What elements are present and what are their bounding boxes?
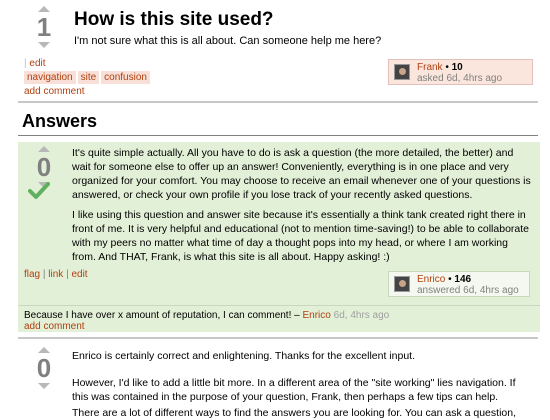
asked-time: asked 6d, 4hrs ago bbox=[417, 73, 503, 84]
owner-reputation: 10 bbox=[451, 62, 463, 73]
edit-link[interactable]: edit bbox=[29, 58, 45, 69]
owner-info: Enrico • 146 bbox=[417, 274, 471, 285]
answer-owner-card: Enrico • 146 answered 6d, 4hrs ago bbox=[388, 271, 530, 297]
comment: Because I have over x amount of reputati… bbox=[24, 310, 389, 321]
answer-paragraph: I like using this question and answer si… bbox=[72, 209, 530, 263]
question-title: How is this site used? bbox=[74, 9, 274, 30]
comment-user[interactable]: Enrico bbox=[303, 310, 331, 321]
owner-name[interactable]: Frank bbox=[417, 62, 443, 73]
answers-heading: Answers bbox=[22, 111, 98, 131]
question-tags: navigation site confusion bbox=[24, 71, 152, 84]
tag-site[interactable]: site bbox=[77, 71, 100, 84]
divider bbox=[18, 337, 538, 339]
answer-paragraph: However, I'd like to add a little bit mo… bbox=[72, 377, 516, 403]
edit-link[interactable]: edit bbox=[71, 269, 87, 280]
answer-paragraph: Enrico is certainly correct and enlighte… bbox=[72, 350, 415, 362]
tag-confusion[interactable]: confusion bbox=[101, 71, 150, 84]
answer-vote-count: 0 bbox=[36, 152, 52, 182]
owner-name[interactable]: Enrico bbox=[417, 274, 445, 285]
answered-time: answered 6d, 4hrs ago bbox=[417, 285, 519, 296]
question-menu: | edit bbox=[24, 58, 46, 69]
avatar[interactable] bbox=[394, 276, 410, 292]
owner-reputation: 146 bbox=[454, 274, 472, 285]
comment-divider bbox=[18, 305, 540, 306]
question-vote-cell: 1 bbox=[24, 6, 64, 48]
checkmark-icon bbox=[28, 182, 50, 199]
tag-navigation[interactable]: navigation bbox=[24, 71, 76, 84]
comment-time: 6d, 4hrs ago bbox=[330, 310, 390, 321]
divider bbox=[18, 101, 538, 103]
vote-down-icon[interactable] bbox=[38, 42, 50, 48]
vote-down-icon[interactable] bbox=[38, 383, 50, 389]
answer-vote-count: 0 bbox=[36, 353, 52, 383]
divider bbox=[18, 135, 538, 136]
avatar[interactable] bbox=[394, 64, 410, 80]
answer-vote-cell: 0 bbox=[24, 347, 64, 389]
add-comment-link[interactable]: add comment bbox=[24, 321, 85, 332]
question-owner-card: Frank • 10 asked 6d, 4hrs ago bbox=[388, 59, 533, 85]
answer-menu: flag | link | edit bbox=[24, 269, 88, 280]
owner-dot: • bbox=[442, 62, 452, 73]
answer-paragraph: It's quite simple actually. All you have… bbox=[72, 147, 531, 201]
add-comment-link[interactable]: add comment bbox=[24, 86, 85, 97]
comment-text: Because I have over x amount of reputati… bbox=[24, 310, 303, 321]
flag-link[interactable]: flag bbox=[24, 269, 40, 280]
question-vote-count: 1 bbox=[36, 12, 52, 42]
accepted-answer: 0 It's quite simple actually. All you ha… bbox=[18, 142, 540, 332]
owner-info: Frank • 10 bbox=[417, 62, 463, 73]
question-body: I'm not sure what this is all about. Can… bbox=[74, 35, 382, 47]
link-link[interactable]: link bbox=[48, 269, 63, 280]
answer-paragraph: There are a lot of different ways to fin… bbox=[72, 407, 516, 419]
